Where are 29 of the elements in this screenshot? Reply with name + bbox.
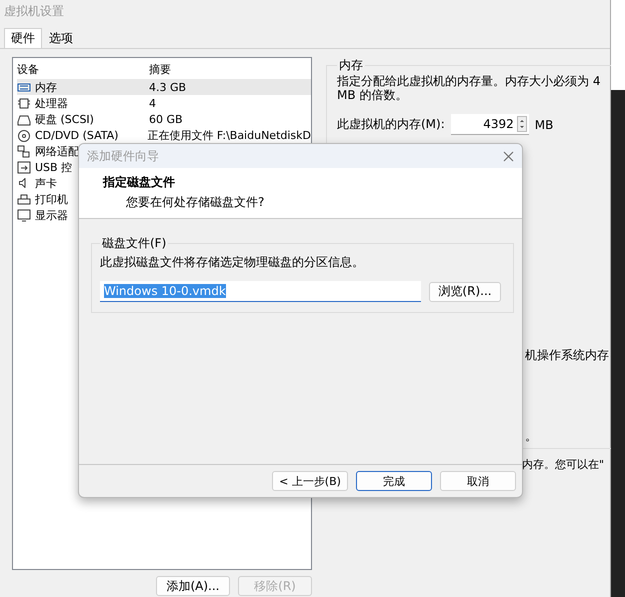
- memory-text: 。: [525, 428, 538, 445]
- group-label: 内存: [338, 57, 364, 74]
- device-name: 硬盘 (SCSI): [35, 112, 94, 126]
- memory-text: 内存。您可以在": [522, 457, 606, 472]
- field-label: 此虚拟机的内存(M):: [337, 116, 445, 133]
- column-header: 摘要: [149, 62, 171, 76]
- device-name: 打印机: [35, 192, 68, 206]
- device-name: USB 控: [35, 160, 72, 174]
- group-label: 磁盘文件(F): [101, 235, 168, 252]
- spinner-value: 4392: [483, 117, 514, 131]
- device-name: 处理器: [35, 96, 68, 110]
- dialog-title: 添加硬件向导: [87, 148, 159, 164]
- window-title: 虚拟机设置: [3, 2, 65, 20]
- memory-text: 机操作系统内存: [525, 347, 609, 364]
- memory-description: 指定分配给此虚拟机的内存量。内存大小必须为 4 MB 的倍数。: [337, 74, 602, 102]
- device-name: CD/DVD (SATA): [35, 128, 118, 142]
- device-summary: 60 GB: [149, 112, 183, 126]
- unit-label: MB: [534, 118, 554, 132]
- group-description: 此虚拟磁盘文件将存储选定物理磁盘的分区信息。: [100, 255, 364, 269]
- device-name: 显示器: [35, 208, 68, 222]
- wizard-heading: 指定磁盘文件: [103, 174, 176, 191]
- column-header: 设备: [17, 62, 39, 76]
- wizard-subheading: 您要在何处存储磁盘文件?: [126, 194, 266, 211]
- device-name: 网络适配: [35, 144, 79, 158]
- device-summary: 4.3 GB: [149, 80, 186, 94]
- device-summary: 4: [149, 96, 156, 110]
- device-name: 内存: [35, 80, 57, 94]
- device-name: 声卡: [35, 176, 57, 190]
- device-summary: 正在使用文件 F:\BaiduNetdiskD: [147, 128, 311, 142]
